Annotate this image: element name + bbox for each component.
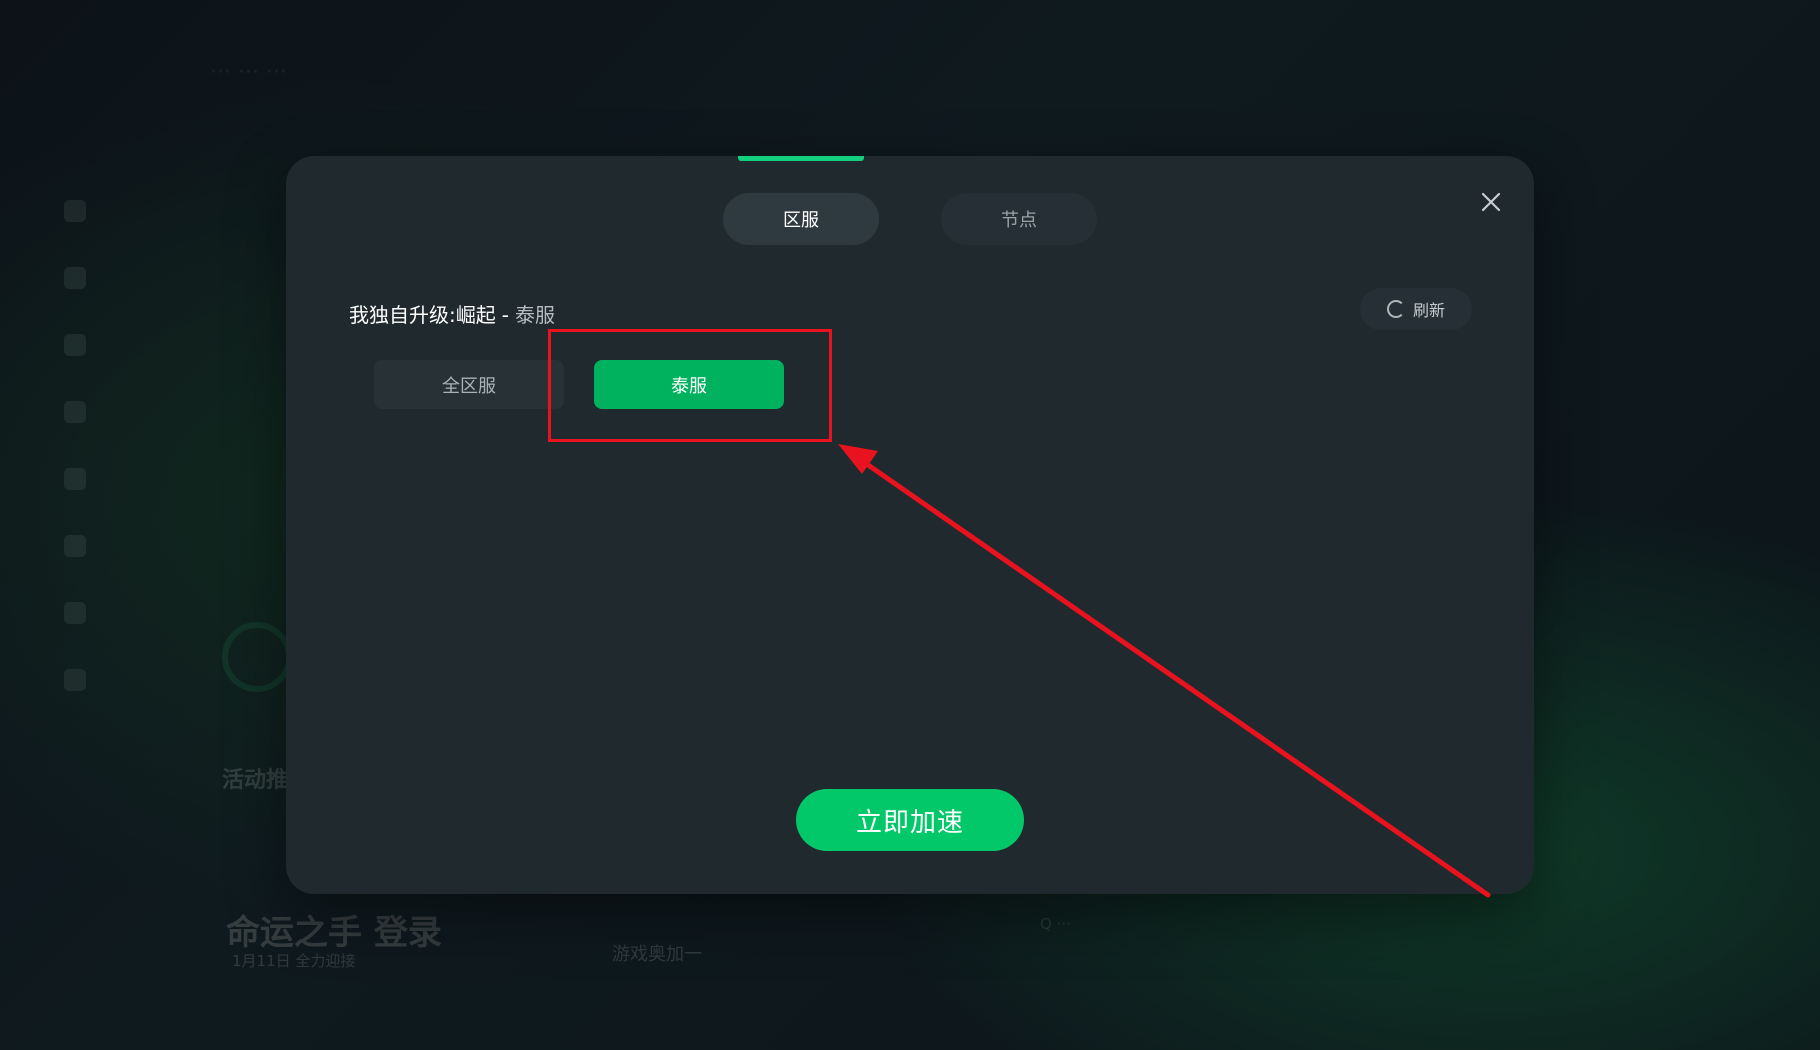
selected-region-label: 泰服 <box>514 303 555 327</box>
bg-activity-title: 活动推 <box>222 768 289 793</box>
bg-banner-right: Q ··· <box>1040 915 1071 933</box>
refresh-icon <box>1386 300 1405 318</box>
server-option-all[interactable]: 全区服 <box>374 360 564 409</box>
heading-separator: - <box>501 303 509 327</box>
bg-gamepad-icon <box>64 334 86 356</box>
bg-home-icon <box>64 200 86 222</box>
bg-list-icon <box>64 401 86 423</box>
bg-shop-icon <box>64 535 86 557</box>
tab-indicator <box>738 156 864 161</box>
bg-sidebar <box>50 200 100 736</box>
bg-search-icon <box>64 267 86 289</box>
refresh-button[interactable]: 刷新 <box>1360 288 1472 330</box>
tab-bar: 区服 节点 <box>723 193 1097 245</box>
bg-globe-icon <box>64 468 86 490</box>
bg-banner-text: 游戏奥加一 <box>612 944 702 965</box>
bg-arrow-icon <box>222 622 292 692</box>
tab-region[interactable]: 区服 <box>723 193 879 245</box>
annotation-highlight-box <box>548 329 832 442</box>
accelerate-button[interactable]: 立即加速 <box>796 789 1024 851</box>
region-select-dialog: 区服 节点 我独自升级:崛起 - 泰服 刷新 全区服 泰服 立即加速 <box>286 156 1534 894</box>
game-heading: 我独自升级:崛起 - 泰服 <box>349 299 555 328</box>
close-icon <box>1481 192 1501 212</box>
bg-banner-title: 命运之手 登录 <box>226 913 442 953</box>
bg-top-title: ··· ··· ··· <box>210 60 287 85</box>
bg-triangle-icon <box>64 602 86 624</box>
bg-banner-date: 1月11日 全力迎接 <box>232 952 356 970</box>
tab-node[interactable]: 节点 <box>941 193 1097 245</box>
close-button[interactable] <box>1474 186 1508 220</box>
game-name: 我独自升级:崛起 <box>349 303 496 327</box>
bg-user-icon <box>64 669 86 691</box>
refresh-label: 刷新 <box>1412 301 1445 320</box>
